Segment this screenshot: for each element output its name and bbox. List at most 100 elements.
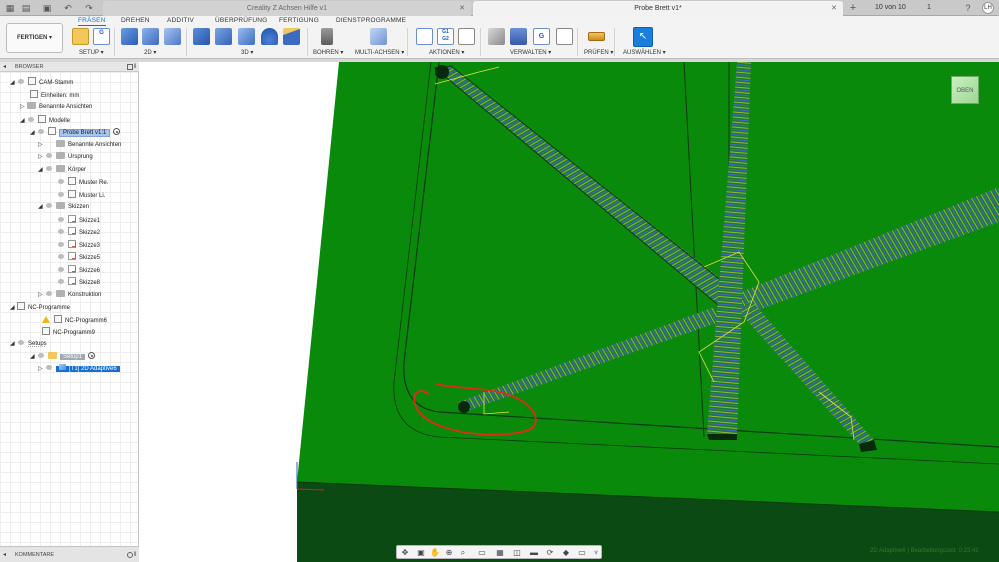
environment-icon[interactable]: ▭ [577,548,587,557]
collapse-caret-icon[interactable]: ◢ [38,165,45,176]
help-icon[interactable]: ? [962,2,974,14]
tree-named-views-sub[interactable]: ▷ Benannte Ansichten [38,139,121,150]
add-comment-icon[interactable] [127,552,133,558]
visibility-eye-icon[interactable] [45,166,54,172]
visibility-eye-icon[interactable] [57,179,66,185]
visibility-eye-icon[interactable] [57,242,66,248]
tree-sketch-5[interactable]: Skizze5 [57,251,100,262]
collapse-caret-icon[interactable]: ◢ [30,128,37,139]
zoom-fit-icon[interactable]: ⌕ [458,548,468,557]
tree-probe-brett[interactable]: ◢ Probe Brett v1:1 [30,126,121,139]
tree-nc-program-6[interactable]: NC-Programm6 [42,314,107,325]
visibility-eye-icon[interactable] [37,353,46,359]
collapse-caret-icon[interactable]: ◢ [20,116,27,127]
file-icon[interactable]: ▤ [20,2,32,14]
group-pruefen[interactable]: PRÜFEN ▾ [584,49,613,56]
post-library-icon[interactable]: G [533,28,550,45]
job-status[interactable]: 10 von 10 [875,0,906,16]
3d-steep-shallow-icon[interactable] [283,28,300,45]
viewports-icon[interactable]: ◫ [512,548,522,557]
save-icon[interactable]: ▣ [41,2,53,14]
look-at-icon[interactable]: ▣ [416,548,426,557]
simulate-icon[interactable] [416,28,433,45]
group-aktionen[interactable]: AKTIONEN ▾ [429,49,464,56]
visibility-eye-icon[interactable] [57,279,66,285]
3d-viewport[interactable]: OBEN [139,62,999,562]
tree-bodies[interactable]: ◢ Körper [38,164,86,175]
collapse-caret-icon[interactable]: ◢ [10,78,17,89]
tree-setups[interactable]: ◢ Setups [10,339,47,350]
activate-target-icon[interactable] [113,128,121,135]
visibility-eye-icon[interactable] [57,267,66,273]
app-grid-icon[interactable]: ▦ [4,2,16,14]
pin-panel-icon[interactable] [127,64,133,70]
tab-drehen[interactable]: DREHEN [121,17,150,24]
close-tab-icon[interactable]: ✕ [459,1,465,16]
3d-pocket-icon[interactable] [215,28,232,45]
expand-caret-icon[interactable]: ▷ [38,152,45,163]
tree-body-muster-re[interactable]: Muster Re. [57,176,108,187]
visibility-eye-icon[interactable] [57,254,66,260]
group-3d[interactable]: 3D ▾ [241,49,253,56]
measure-icon[interactable] [588,32,605,41]
activate-target-icon[interactable] [88,352,96,359]
visibility-eye-icon[interactable] [57,217,66,223]
visibility-eye-icon[interactable] [45,365,54,371]
new-tab-icon[interactable]: + [847,2,859,14]
close-tab-icon[interactable]: ✕ [831,1,837,16]
tree-sketch-1[interactable]: Skizze1 [57,214,100,225]
collapse-caret-icon[interactable]: ◢ [10,303,17,314]
redo-icon[interactable]: ↷ [83,2,95,14]
post-process-icon[interactable]: G1 G2 [437,28,454,45]
tree-sketch-2[interactable]: Skizze2 [57,226,100,237]
rotate-view-icon[interactable]: ⟳ [545,548,555,557]
camera-icon[interactable]: ▬ [529,548,539,557]
tree-cam-root[interactable]: ◢ CAM-Stamm [10,76,73,87]
toolpath-scene[interactable] [139,62,999,562]
tree-units[interactable]: Einheiten: mm [30,89,79,100]
grid-settings-icon[interactable]: ▦ [495,548,505,557]
group-2d[interactable]: 2D ▾ [144,49,156,56]
3d-adaptive-icon[interactable] [193,28,210,45]
tree-nc-programs[interactable]: ◢ NC-Programme [10,301,70,312]
document-tab-probe-brett[interactable]: Probe Brett v1* ✕ [473,1,843,16]
expand-caret-icon[interactable]: ▷ [38,364,45,375]
expand-caret-icon[interactable]: ▷ [38,290,45,301]
expand-panel-icon[interactable]: ◂ [3,552,9,558]
visibility-eye-icon[interactable] [17,79,26,85]
2d-pocket-icon[interactable] [142,28,159,45]
visibility-eye-icon[interactable] [17,340,26,346]
tab-additiv[interactable]: ADDITIV [167,17,194,24]
notification-count[interactable]: 1 [927,0,931,16]
group-verwalten[interactable]: VERWALTEN ▾ [510,49,551,56]
workspace-switcher[interactable]: FERTIGEN ▾ [6,23,63,53]
user-avatar[interactable]: LH [982,2,994,14]
tree-sketch-6[interactable]: Skizze6 [57,264,100,275]
effects-icon[interactable]: ♆ [591,548,601,557]
collapse-caret-icon[interactable]: ◢ [30,352,37,363]
zoom-icon[interactable]: ⊕ [444,548,454,557]
visibility-eye-icon[interactable] [37,129,46,135]
visibility-eye-icon[interactable] [57,229,66,235]
document-tab-creality[interactable]: Creality Z Achsen Hilfe v1 ✕ [103,1,471,16]
comments-panel[interactable]: ◂ KOMMENTARE ‖ [0,546,139,562]
expand-caret-icon[interactable]: ▷ [20,102,27,113]
collapse-caret-icon[interactable]: ◢ [38,202,45,213]
3d-parallel-icon[interactable] [238,28,255,45]
display-settings-icon[interactable]: ▭ [477,548,487,557]
tree-construction[interactable]: ▷ Konstruktion [38,289,101,300]
visibility-eye-icon[interactable] [45,291,54,297]
tree-sketch-8[interactable]: Skizze8 [57,276,100,287]
tree-operation-2d-adaptive6[interactable]: ▷ [T1] 2D Adaptive6 [38,364,120,375]
select-cursor-icon[interactable]: ↖ [633,27,653,47]
folder-setup-icon[interactable] [72,28,89,45]
setup-sheet-icon[interactable] [458,28,475,45]
view-cube[interactable]: OBEN [951,76,979,104]
tree-models[interactable]: ◢ Modelle [20,114,70,125]
orbit-icon[interactable]: ✥ [400,548,410,557]
tree-nc-program-9[interactable]: NC-Programm9 [42,326,95,337]
tab-ueberpruefung[interactable]: ÜBERPRÜFUNG [215,17,267,24]
visual-style-icon[interactable]: ◆ [561,548,571,557]
visibility-eye-icon[interactable] [27,117,36,123]
tree-setup-1[interactable]: ◢ Setup1 [30,351,96,363]
